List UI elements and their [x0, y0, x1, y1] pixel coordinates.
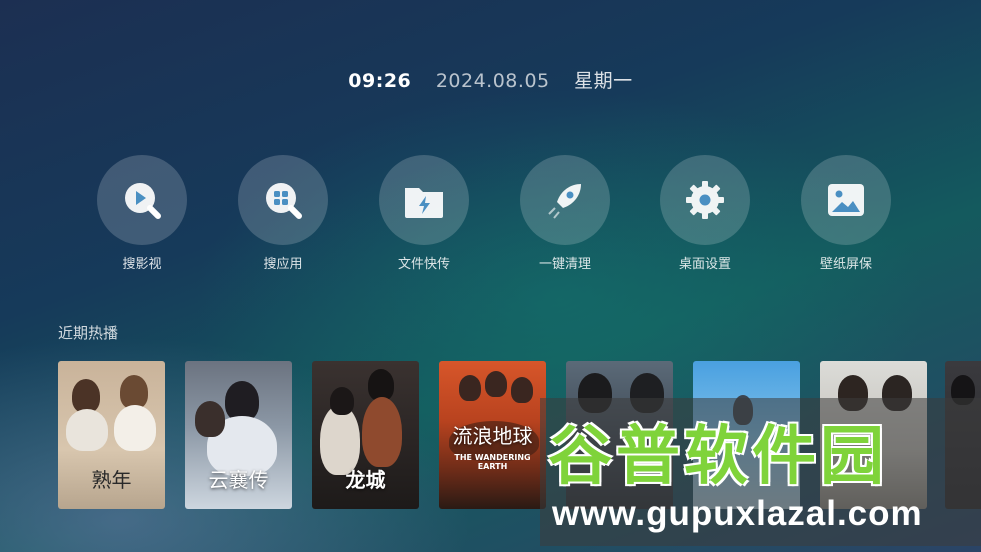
poster-title: 流浪地球 [452, 424, 533, 448]
watermark-url-text: www.gupuxlazal.com [552, 494, 923, 533]
poster-card[interactable]: 龙城 [312, 361, 419, 509]
app-wallpaper[interactable]: 壁纸屏保 [801, 155, 891, 272]
app-icon-circle [97, 155, 187, 245]
clock-time: 09:26 [348, 70, 412, 92]
poster-title: 云襄传 [208, 468, 269, 492]
app-label: 搜影视 [122, 257, 162, 272]
app-icon-circle [238, 155, 328, 245]
poster-card[interactable]: 熟年 [58, 361, 165, 509]
app-desktop-settings[interactable]: 桌面设置 [660, 155, 750, 272]
app-label: 文件快传 [397, 257, 450, 272]
poster-title: 熟年 [91, 468, 132, 492]
recent-section-title: 近期热播 [58, 324, 119, 342]
file-transfer-icon [405, 188, 443, 218]
app-search-video[interactable]: 搜影视 [97, 155, 187, 272]
app-icon-circle [520, 155, 610, 245]
app-search-app[interactable]: 搜应用 [238, 155, 328, 272]
app-label: 壁纸屏保 [819, 257, 872, 272]
search-video-icon [125, 183, 161, 219]
poster-card[interactable]: 云襄传 [185, 361, 292, 509]
app-one-key-clean[interactable]: 一键清理 [520, 155, 610, 272]
wallpaper-icon [828, 184, 864, 216]
rocket-clean-icon [548, 184, 581, 219]
gear-icon [686, 181, 724, 219]
app-label: 桌面设置 [678, 257, 731, 272]
search-app-icon [266, 183, 302, 219]
app-icon-circle [660, 155, 750, 245]
clock-weekday: 星期一 [574, 70, 633, 92]
quick-app-row: 搜影视 搜应用 文件快传 一键清理 桌面设置 壁纸屏保 [97, 155, 897, 275]
clock-date: 2024.08.05 [435, 70, 550, 92]
app-icon-circle [379, 155, 469, 245]
poster-card[interactable]: THE WANDERING EARTH 流浪地球 [439, 361, 546, 509]
app-icon-circle [801, 155, 891, 245]
app-label: 搜应用 [263, 257, 303, 272]
watermark-cn-text: 谷普软件园 [548, 420, 888, 494]
clock-bar: 09:26 2024.08.05 星期一 [0, 66, 981, 93]
poster-subtitle: THE WANDERING EARTH [454, 453, 531, 471]
app-file-transfer[interactable]: 文件快传 [379, 155, 469, 272]
app-label: 一键清理 [538, 257, 591, 272]
poster-title: 龙城 [345, 468, 386, 492]
